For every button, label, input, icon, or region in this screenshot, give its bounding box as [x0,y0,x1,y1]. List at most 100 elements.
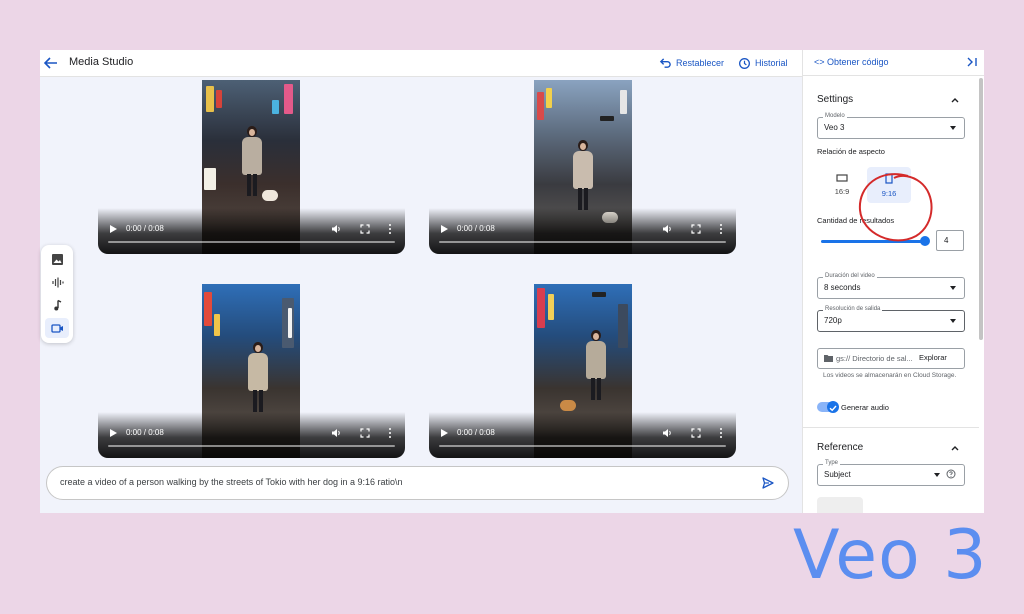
history-label: Historial [755,58,788,68]
model-value: Veo 3 [824,123,845,132]
video-controls-2: 0:00 / 0:08 [429,208,736,254]
video-time: 0:00 / 0:08 [126,428,164,437]
dropdown-arrow-icon [934,473,940,477]
result-count-slider[interactable] [821,240,925,243]
volume-icon[interactable] [331,428,342,438]
media-type-toolbar [41,245,73,343]
play-icon[interactable] [439,428,449,438]
storage-helper-text: Los videos se almacenarán en Cloud Stora… [823,372,957,379]
aspect-ratio-heading: Relación de aspecto [817,147,885,156]
play-icon[interactable] [108,428,118,438]
prompt-text: create a video of a person walking by th… [60,477,403,487]
history-button[interactable]: Historial [738,55,788,71]
fullscreen-icon[interactable] [360,428,370,438]
video-progress-bar[interactable] [439,445,726,447]
chevron-up-icon[interactable] [950,443,960,453]
video-time: 0:00 / 0:08 [457,224,495,233]
reference-image-slot[interactable] [817,497,863,513]
restore-label: Restablecer [676,58,725,68]
aspect-16-9-label: 16:9 [834,187,850,196]
type-value: Subject [824,470,851,479]
restore-button[interactable]: Restablecer [659,55,724,71]
aspect-9-16-option[interactable]: 9:16 [867,167,911,203]
model-select[interactable]: Modelo Veo 3 [817,113,965,139]
dropdown-arrow-icon [950,286,956,290]
video-controls-1: 0:00 / 0:08 [98,208,405,254]
media-studio-window: Media Studio Restablecer Historial 0:00 … [40,50,984,513]
checkmark-icon [829,405,837,412]
audio-mode-button[interactable] [45,272,69,292]
app-title: Media Studio [69,56,134,68]
result-count-slider-handle[interactable] [920,236,930,246]
result-count-input[interactable]: 4 [936,230,964,251]
panel-scrollbar[interactable] [979,78,983,340]
more-options-icon[interactable] [386,427,394,439]
get-code-link[interactable]: <> Obtener código [814,57,889,67]
video-player-1[interactable]: 0:00 / 0:08 [98,80,405,254]
video-player-4[interactable]: 0:00 / 0:08 [429,284,736,458]
video-player-3[interactable]: 0:00 / 0:08 [98,284,405,458]
model-label: Modelo [823,113,847,119]
portrait-icon [885,172,893,184]
back-arrow-icon[interactable] [42,54,60,72]
landscape-icon [836,174,848,182]
section-divider [803,427,979,428]
duration-select[interactable]: Duración del video 8 seconds [817,273,965,299]
chevron-up-icon[interactable] [950,95,960,105]
video-time: 0:00 / 0:08 [126,224,164,233]
music-mode-button[interactable] [45,295,69,315]
duration-value: 8 seconds [824,283,861,292]
prompt-input[interactable]: create a video of a person walking by th… [46,466,789,500]
top-bar: Media Studio Restablecer Historial [40,50,802,77]
aspect-9-16-label: 9:16 [881,188,897,198]
fullscreen-icon[interactable] [691,428,701,438]
collapse-panel-icon[interactable] [966,56,978,68]
generate-audio-label: Generar audio [841,403,889,412]
volume-icon[interactable] [662,428,673,438]
video-controls-4: 0:00 / 0:08 [429,412,736,458]
volume-icon[interactable] [331,224,342,234]
main-canvas: 0:00 / 0:08 0:00 / 0:08 0:00 / 0:08 0:00… [40,77,802,513]
more-options-icon[interactable] [717,223,725,235]
storage-path-input[interactable]: gs:// Directorio de sal... Explorar [817,348,965,369]
duration-label: Duración del video [823,273,877,279]
send-icon[interactable] [761,476,775,490]
image-mode-button[interactable] [45,249,69,269]
more-options-icon[interactable] [386,223,394,235]
settings-heading: Settings [817,94,854,105]
resolution-label: Resolución de salida [823,306,883,312]
video-progress-bar[interactable] [439,241,726,243]
toggle-knob [827,401,839,413]
video-player-2[interactable]: 0:00 / 0:08 [429,80,736,254]
fullscreen-icon[interactable] [360,224,370,234]
result-count-value: 4 [944,236,949,245]
video-progress-bar[interactable] [108,241,395,243]
audio-waveform-icon [51,277,64,287]
explore-button[interactable]: Explorar [919,353,947,362]
veo-3-watermark: Veo 3 [793,516,988,595]
video-progress-bar[interactable] [108,445,395,447]
image-icon [51,253,63,265]
help-icon[interactable] [946,469,956,479]
aspect-16-9-option[interactable]: 16:9 [820,167,864,203]
reference-type-select[interactable]: Type Subject [817,460,965,486]
play-icon[interactable] [439,224,449,234]
folder-icon [824,355,833,362]
more-options-icon[interactable] [717,427,725,439]
generate-audio-toggle[interactable] [817,401,839,413]
reference-heading: Reference [817,442,864,453]
type-label: Type [823,460,841,466]
undo-icon [659,57,671,68]
play-icon[interactable] [108,224,118,234]
music-note-icon [53,299,61,310]
storage-path-placeholder: gs:// Directorio de sal... [836,354,913,363]
video-camera-icon [50,323,63,333]
dropdown-arrow-icon [950,126,956,130]
resolution-select[interactable]: Resolución de salida 720p [817,306,965,332]
fullscreen-icon[interactable] [691,224,701,234]
volume-icon[interactable] [662,224,673,234]
video-time: 0:00 / 0:08 [457,428,495,437]
dropdown-arrow-icon [950,319,956,323]
video-mode-button[interactable] [45,318,69,338]
history-clock-icon [739,57,750,69]
